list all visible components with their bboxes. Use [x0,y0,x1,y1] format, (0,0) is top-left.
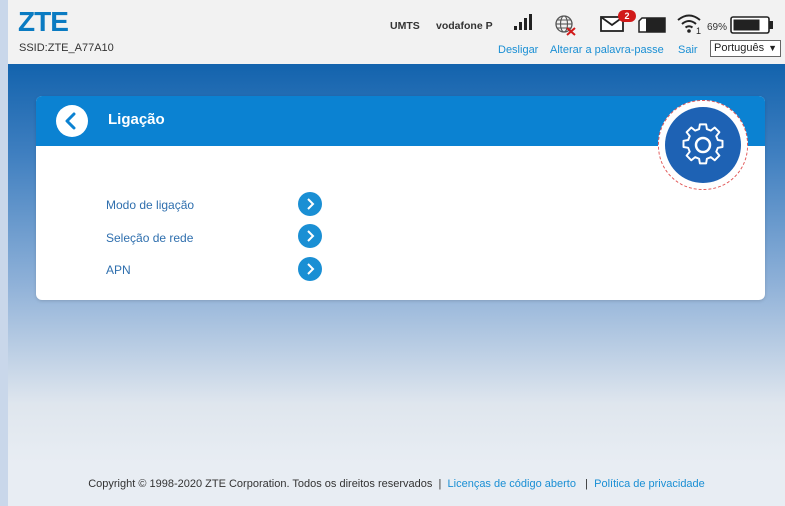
copyright-text: Copyright © 1998-2020 ZTE Corporation. T… [88,478,433,490]
gear-icon [682,123,724,165]
battery-percent: 69% [707,22,728,33]
signal-bars-icon [514,14,534,30]
sim-card-icon [638,17,666,33]
footer: Copyright © 1998-2020 ZTE Corporation. T… [8,478,785,490]
page-frame: ZTE SSID:ZTE_A77A10 UMTS vodafone P 2 1 … [8,0,785,506]
back-arrow-icon [65,112,76,130]
wifi-client-count: 1 [696,26,702,36]
menu-item-connection-mode[interactable]: Modo de ligação [106,198,194,212]
message-count-badge: 2 [618,10,636,22]
network-selection-arrow-button[interactable] [298,224,322,248]
footer-separator: | [438,478,442,490]
privacy-policy-link[interactable]: Política de privacidade [594,478,705,490]
footer-separator: | [585,478,588,490]
zte-logo: ZTE [18,6,69,37]
open-source-licenses-link[interactable]: Licenças de código aberto [448,478,576,490]
card-header: Ligação [36,96,765,146]
language-select[interactable]: Português ▼ [710,40,781,57]
chevron-right-icon [307,263,315,275]
chevron-down-icon: ▼ [768,43,777,53]
battery-icon [730,16,773,34]
back-button[interactable] [56,105,88,137]
logout-link[interactable]: Sair [678,44,698,56]
menu-item-apn[interactable]: APN [106,263,131,277]
page-title: Ligação [108,111,165,128]
change-password-link[interactable]: Alterar a palavra-passe [550,44,664,56]
settings-gear-badge [658,100,748,190]
carrier-name: vodafone P [436,20,493,32]
ssid-label: SSID:ZTE_A77A10 [19,42,114,54]
chevron-right-icon [307,230,315,242]
network-type: UMTS [390,20,420,32]
menu-item-network-selection[interactable]: Seleção de rede [106,231,193,245]
disconnect-link[interactable]: Desligar [498,44,538,56]
connection-card: Ligação Modo de ligação Seleção de rede … [36,96,765,300]
globe-disconnected-icon[interactable] [554,14,576,36]
chevron-right-icon [307,198,315,210]
top-header: ZTE SSID:ZTE_A77A10 UMTS vodafone P 2 1 … [8,0,785,64]
language-select-value: Português [714,42,765,54]
connection-mode-arrow-button[interactable] [298,192,322,216]
apn-arrow-button[interactable] [298,257,322,281]
